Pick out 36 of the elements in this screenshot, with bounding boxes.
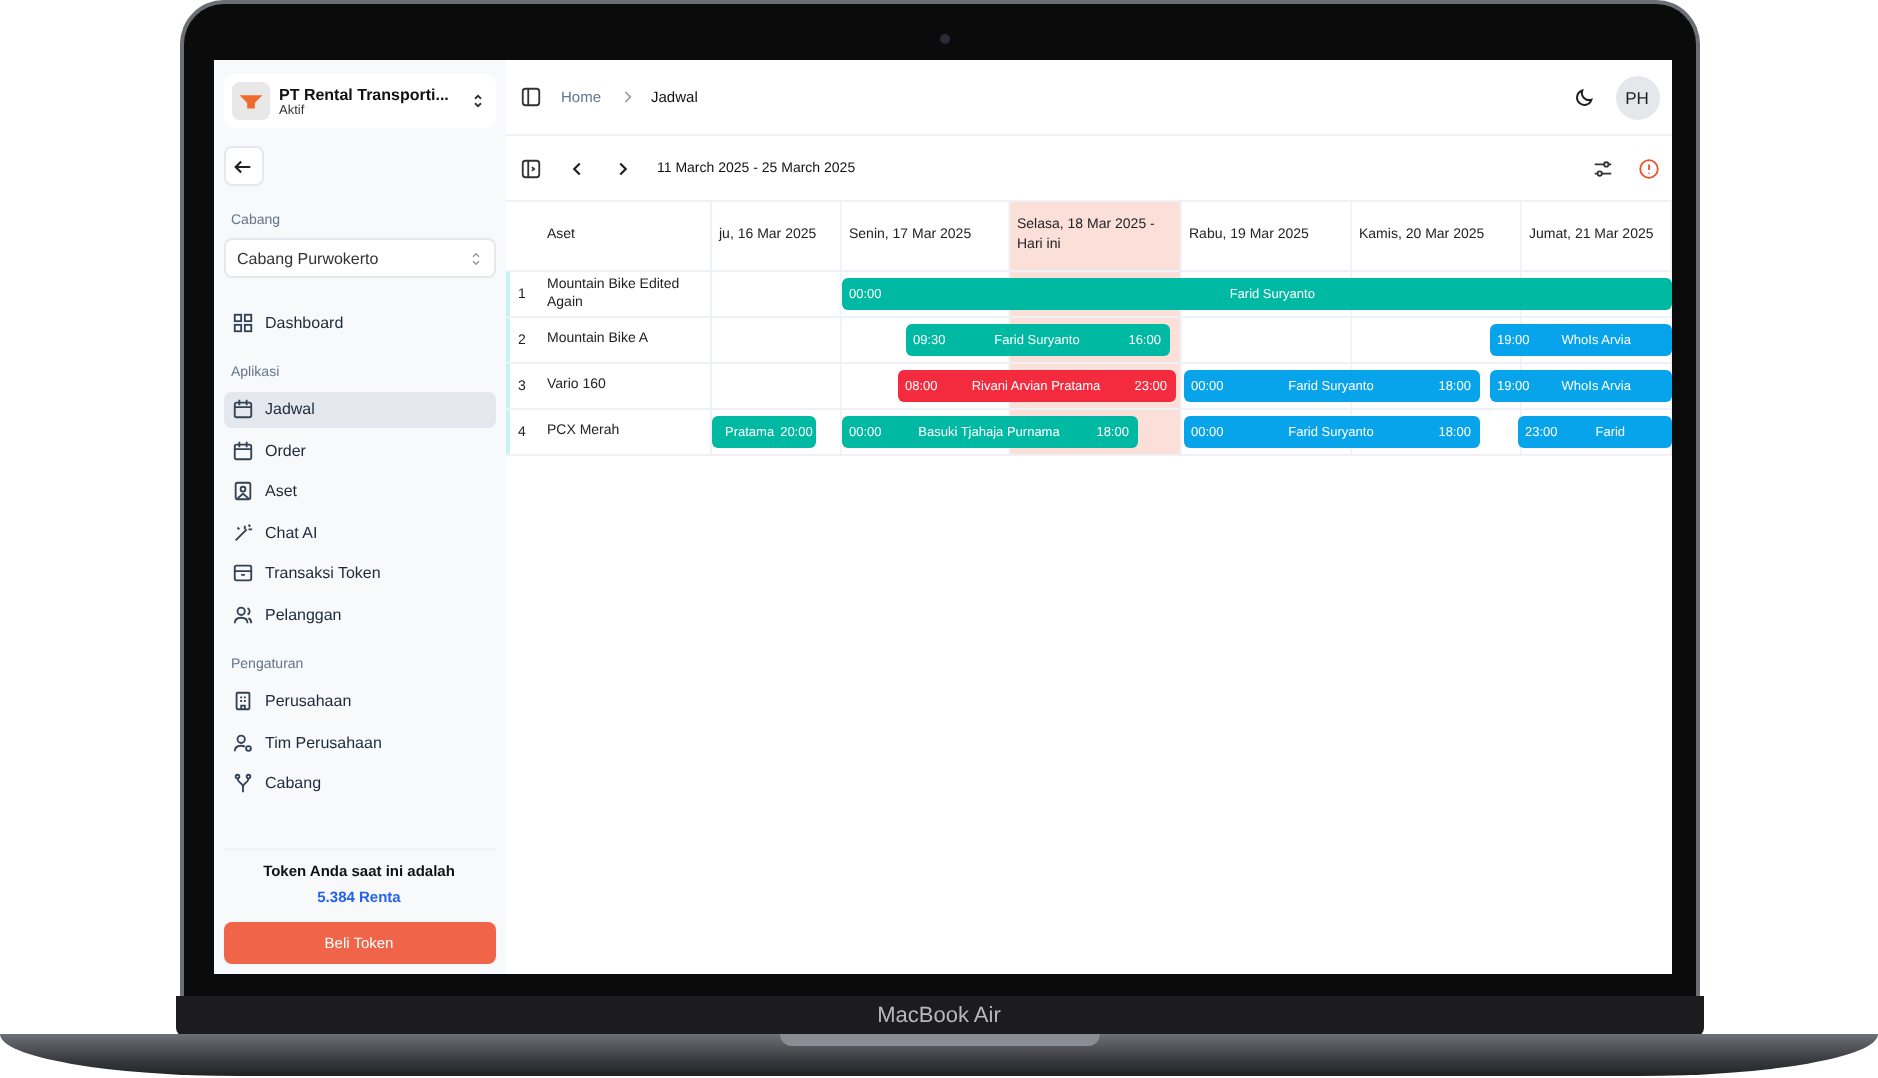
users-icon [231,603,253,626]
nav-item[interactable]: Chat AI [223,514,495,551]
nav-item[interactable]: Cabang [223,765,495,802]
company-name: PT Rental Transporti... [279,85,451,103]
nav-item[interactable]: Dashboard [223,304,495,341]
moon-icon[interactable] [1573,86,1595,108]
nav-item[interactable]: Aset [223,473,495,510]
chevron-updown-icon [471,92,483,110]
image-icon [231,480,253,503]
user-gear-icon [231,731,253,754]
branch-select[interactable]: Cabang Purwokerto [223,238,495,278]
sliders-icon[interactable] [1591,157,1613,179]
sidebar-toggle-icon[interactable] [519,86,541,108]
wand-icon [231,521,253,544]
nav-item[interactable]: Jadwal [223,391,495,428]
back-button[interactable] [223,146,263,186]
nav-item[interactable]: Tim Perusahaan [223,724,495,761]
building-icon [231,690,253,713]
calendar-icon [231,439,253,462]
logo-icon [231,82,269,120]
grid-icon [231,311,253,334]
camera-icon [939,34,949,44]
info-icon[interactable] [1637,157,1659,179]
archive-icon [231,562,253,585]
user-avatar[interactable]: PH [1615,75,1659,119]
nav-item[interactable]: Perusahaan [223,683,495,720]
nav-item[interactable]: Order [223,432,495,469]
arrow-left-icon [232,155,254,177]
device-label: MacBook Air [877,1004,1001,1028]
calendar-icon [231,398,253,421]
chevron-updown-icon [469,249,481,267]
panel-icon[interactable] [519,157,541,179]
branch-icon [231,772,253,795]
nav-item[interactable]: Pelanggan [223,596,495,633]
chevron-right-icon [621,90,632,104]
nav-item[interactable]: Transaksi Token [223,555,495,592]
